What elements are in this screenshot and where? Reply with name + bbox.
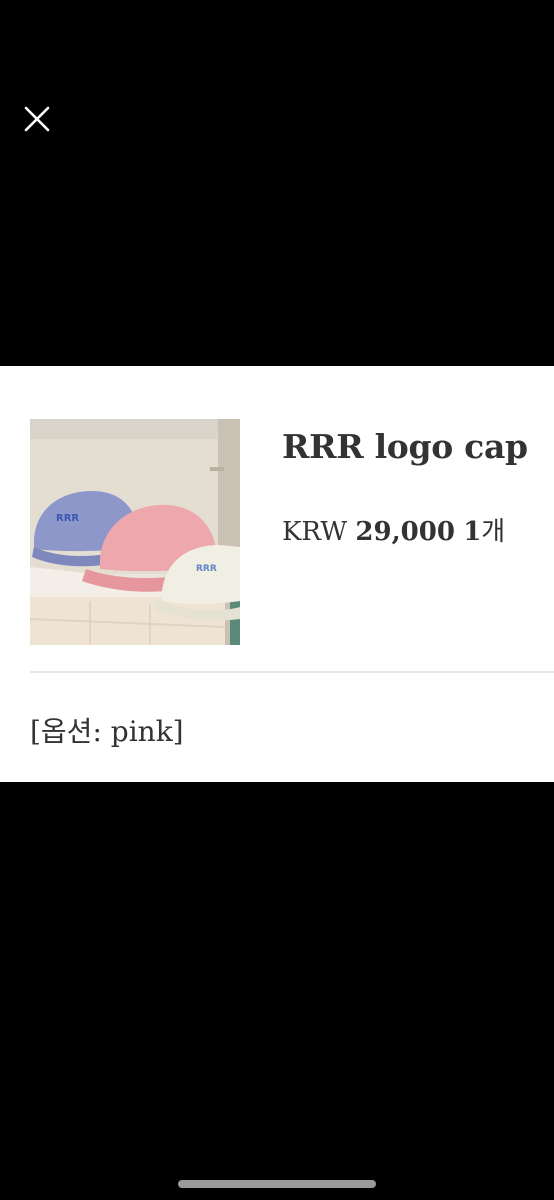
close-icon bbox=[24, 106, 50, 132]
product-name: RRR logo cap bbox=[282, 427, 528, 466]
product-row: RRR RRR RRR logo cap KRW 29,000 1개 bbox=[30, 419, 554, 645]
product-thumbnail: RRR RRR bbox=[30, 419, 240, 645]
divider bbox=[30, 671, 554, 673]
svg-text:RRR: RRR bbox=[196, 564, 217, 574]
close-button[interactable] bbox=[18, 100, 56, 138]
price-amount: 29,000 bbox=[355, 517, 455, 547]
option-label: [옵션: pink] bbox=[30, 715, 184, 748]
home-indicator[interactable] bbox=[178, 1180, 376, 1188]
price-line: KRW 29,000 1개 bbox=[282, 511, 505, 548]
image-viewer-screen: RRR RRR RRR logo cap KRW 29,000 1개 [옵션: … bbox=[0, 0, 554, 1200]
quantity-number: 1 bbox=[463, 517, 482, 547]
currency-label: KRW bbox=[282, 517, 348, 547]
svg-text:RRR: RRR bbox=[56, 513, 79, 524]
order-item-card: RRR RRR RRR logo cap KRW 29,000 1개 [옵션: … bbox=[0, 366, 554, 782]
quantity-unit: 개 bbox=[481, 517, 506, 547]
